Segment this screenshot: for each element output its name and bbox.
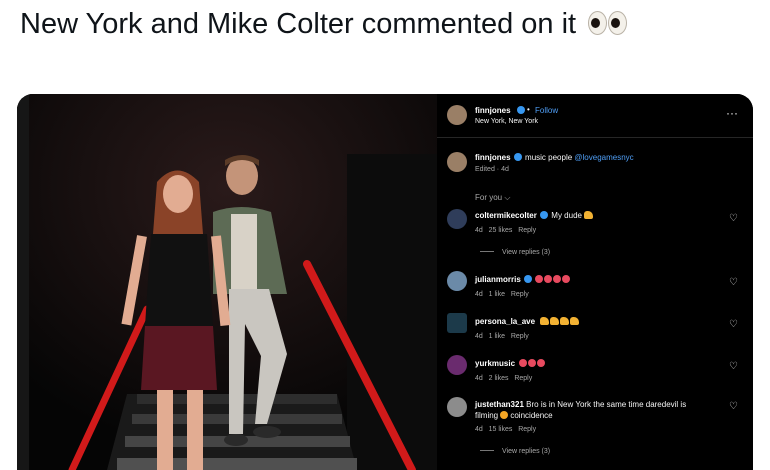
heart-eyes-emoji-icon (537, 359, 546, 367)
comment-time: 4d (475, 426, 483, 433)
comment-meta: 4d 25 likes Reply (475, 227, 536, 234)
poster-avatar[interactable] (447, 105, 467, 125)
heart-eyes-emoji-icon (562, 275, 571, 283)
post-location[interactable]: New York, New York (475, 118, 538, 125)
view-replies-button[interactable]: View replies (3) (480, 249, 550, 256)
like-heart-icon[interactable]: ♡ (729, 361, 738, 372)
heart-eyes-emoji-icon (519, 359, 528, 367)
verified-badge-icon (540, 211, 549, 219)
caption-avatar[interactable] (447, 152, 467, 172)
comment-meta: 4d 1 like Reply (475, 333, 529, 340)
comment-avatar[interactable] (447, 313, 467, 333)
follow-button[interactable]: Follow (535, 106, 558, 115)
post-header-username[interactable]: finnjones (475, 106, 511, 115)
headline-text: New York and Mike Colter commented on it (20, 8, 577, 40)
reply-button[interactable]: Reply (511, 333, 529, 340)
caption-username[interactable]: finnjones (475, 153, 511, 162)
comment-meta: 4d 1 like Reply (475, 291, 529, 298)
comment-likes[interactable]: 1 like (489, 291, 505, 298)
post-photo[interactable] (17, 94, 437, 470)
comment-line-2: filming coincidence (475, 411, 553, 420)
comment-line: coltermikecolter My dude (475, 211, 594, 220)
flexed-biceps-emoji-icon (584, 211, 594, 219)
comment-line: persona_la_ave (475, 317, 580, 326)
comment-time: 4d (475, 291, 483, 298)
reply-button[interactable]: Reply (518, 426, 536, 433)
comment-likes[interactable]: 2 likes (489, 375, 509, 382)
heart-eyes-emoji-icon (553, 275, 562, 283)
comment-username[interactable]: coltermikecolter (475, 211, 537, 220)
comment-line: yurkmusic (475, 359, 546, 368)
comment-username[interactable]: persona_la_ave (475, 317, 535, 326)
verified-badge-icon (517, 106, 525, 114)
comment-avatar[interactable] (447, 209, 467, 229)
tweet-headline: New York and Mike Colter commented on it (20, 8, 628, 43)
caption-line: finnjones music people @lovegamesnyc (475, 153, 634, 162)
comment-time: 4d (475, 227, 483, 234)
flexed-biceps-emoji-icon (549, 317, 559, 325)
flexed-biceps-emoji-icon (539, 317, 549, 325)
reply-button[interactable]: Reply (511, 291, 529, 298)
heart-eyes-emoji-icon (535, 275, 544, 283)
embedded-screenshot[interactable]: finnjones • Follow New York, New York ··… (17, 94, 753, 470)
comment-text-2: filming (475, 411, 499, 420)
for-you-label: For you (475, 193, 503, 202)
like-heart-icon[interactable]: ♡ (729, 401, 738, 412)
comment-likes[interactable]: 1 like (489, 333, 505, 340)
comment-text-3: coincidence (510, 411, 553, 420)
more-options-icon[interactable]: ··· (726, 106, 738, 120)
comment-likes[interactable]: 15 likes (489, 426, 513, 433)
chevron-down-icon: ⌵ (504, 193, 511, 202)
view-replies-label: View replies (3) (502, 448, 551, 455)
verified-badge-icon (524, 275, 533, 283)
for-you-filter[interactable]: For you ⌵ (475, 193, 510, 203)
view-replies-label: View replies (3) (502, 249, 551, 256)
comment-time: 4d (475, 333, 483, 340)
like-heart-icon[interactable]: ♡ (729, 277, 738, 288)
view-replies-button[interactable]: View replies (3) (480, 448, 550, 455)
like-heart-icon[interactable]: ♡ (729, 319, 738, 330)
sweat-smile-emoji-icon (500, 411, 509, 419)
comment-username[interactable]: yurkmusic (475, 359, 515, 368)
comment-likes[interactable]: 25 likes (489, 227, 513, 234)
verified-badge-icon (513, 153, 522, 161)
heart-eyes-emoji-icon (544, 275, 553, 283)
header-dot: • (527, 105, 530, 114)
comment-avatar[interactable] (447, 397, 467, 417)
header-divider (437, 137, 753, 138)
eyes-emoji-icon (587, 10, 628, 43)
caption-mention[interactable]: @lovegamesnyc (574, 153, 633, 162)
flexed-biceps-emoji-icon (559, 317, 569, 325)
reply-button[interactable]: Reply (514, 375, 532, 382)
comment-meta: 4d 15 likes Reply (475, 426, 536, 433)
reply-button[interactable]: Reply (518, 227, 536, 234)
comment-text: Bro is in New York the same time daredev… (526, 400, 687, 409)
heart-eyes-emoji-icon (528, 359, 537, 367)
comment-username[interactable]: julianmorris (475, 275, 521, 284)
like-heart-icon[interactable]: ♡ (729, 213, 738, 224)
comment-time: 4d (475, 375, 483, 382)
comment-avatar[interactable] (447, 271, 467, 291)
comments-panel: finnjones • Follow New York, New York ··… (437, 94, 753, 470)
comment-text: My dude (551, 211, 582, 220)
comment-meta: 4d 2 likes Reply (475, 375, 532, 382)
comment-line: julianmorris (475, 275, 571, 284)
comment-line: justethan321 Bro is in New York the same… (475, 400, 686, 409)
comment-avatar[interactable] (447, 355, 467, 375)
flexed-biceps-emoji-icon (569, 317, 579, 325)
comment-username[interactable]: justethan321 (475, 400, 524, 409)
caption-meta: Edited · 4d (475, 166, 509, 173)
caption-text: music people (525, 153, 573, 162)
